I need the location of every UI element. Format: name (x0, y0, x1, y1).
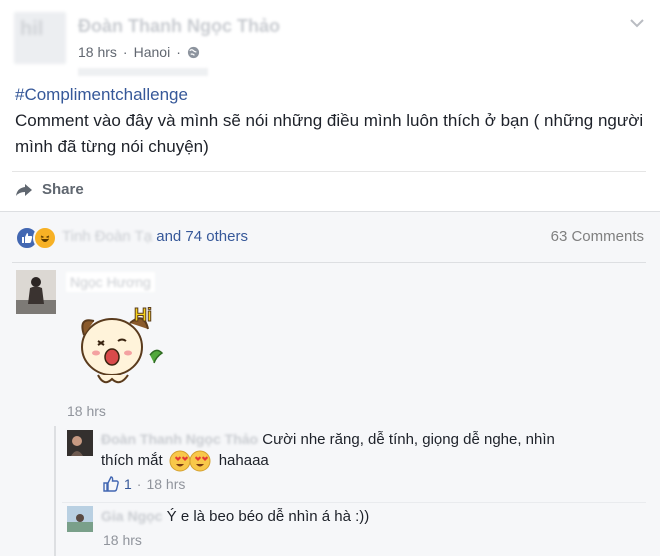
reply-author-name[interactable]: Gia Ngọc (101, 508, 162, 524)
meta-separator: · (176, 44, 181, 60)
reply-time[interactable]: 18 hrs (146, 476, 185, 492)
hi-sticker[interactable]: Hi (70, 295, 170, 395)
reply-time[interactable]: 18 hrs (103, 532, 142, 548)
post-time[interactable]: 18 hrs (78, 44, 117, 60)
reactor-others-link[interactable]: and 74 others (156, 228, 248, 245)
reaction-icons[interactable] (15, 226, 57, 250)
reply-text-line1: Cười nhe răng, dễ tính, giọng dễ nghe, n… (262, 431, 555, 448)
share-label: Share (42, 181, 84, 198)
heart-eyes-emoji-icon (169, 450, 213, 472)
reply-2: Gia Ngọc Ý e là beo béo dễ nhìn á hà :)) (101, 505, 369, 528)
reply-1-meta: 1 · 18 hrs (103, 476, 185, 492)
reactor-names[interactable]: Tinh Đoàn Tạ (62, 228, 152, 245)
reply-text-line3: hahaaa (218, 452, 269, 469)
share-arrow-icon (16, 183, 32, 196)
divider (12, 171, 646, 172)
commenter-name[interactable]: Ngọc Hương (66, 272, 155, 292)
divider (12, 262, 646, 263)
reply-1: Đoàn Thanh Ngọc Thảo Cười nhe răng, dễ t… (101, 428, 621, 451)
reply-1-line2: thích mắt hahaaa (101, 450, 269, 472)
post-header-blurred-line (78, 68, 208, 76)
reply-text-line2: thích mắt (101, 452, 163, 469)
reply-text: Ý e là beo béo dễ nhìn á hà :)) (166, 508, 370, 525)
post-meta: 18 hrs · Hanoi · (78, 44, 200, 60)
comment-time[interactable]: 18 hrs (67, 403, 106, 419)
commenter-avatar[interactable] (16, 270, 56, 314)
thumbs-up-icon[interactable] (103, 476, 119, 492)
post-location[interactable]: Hanoi (134, 44, 171, 60)
post-author-avatar[interactable]: hil (14, 12, 66, 64)
reply-author-avatar[interactable] (67, 430, 93, 456)
haha-reaction-icon[interactable] (33, 226, 57, 250)
reply-author-avatar[interactable] (67, 506, 93, 532)
meta-separator: · (136, 476, 142, 492)
chevron-down-icon[interactable] (628, 14, 646, 32)
post-text: Comment vào đây và mình sẽ nói những điề… (15, 111, 644, 156)
globe-icon[interactable] (187, 46, 200, 59)
reply-like-count[interactable]: 1 (124, 476, 132, 492)
reply-thread-line (54, 426, 56, 556)
reactors-summary[interactable]: Tinh Đoàn Tạ and 74 others (62, 228, 248, 245)
divider (62, 502, 646, 503)
share-button[interactable]: Share (14, 181, 84, 198)
comment-count[interactable]: 63 Comments (551, 228, 644, 245)
reply-author-name[interactable]: Đoàn Thanh Ngọc Thảo (101, 431, 258, 447)
hashtag-link[interactable]: #Complimentchallenge (15, 85, 188, 105)
post-author-name[interactable]: Đoàn Thanh Ngọc Thảo (78, 16, 280, 37)
sticker-hi-text: Hi (134, 305, 152, 325)
meta-separator: · (122, 44, 128, 60)
divider (0, 211, 660, 212)
